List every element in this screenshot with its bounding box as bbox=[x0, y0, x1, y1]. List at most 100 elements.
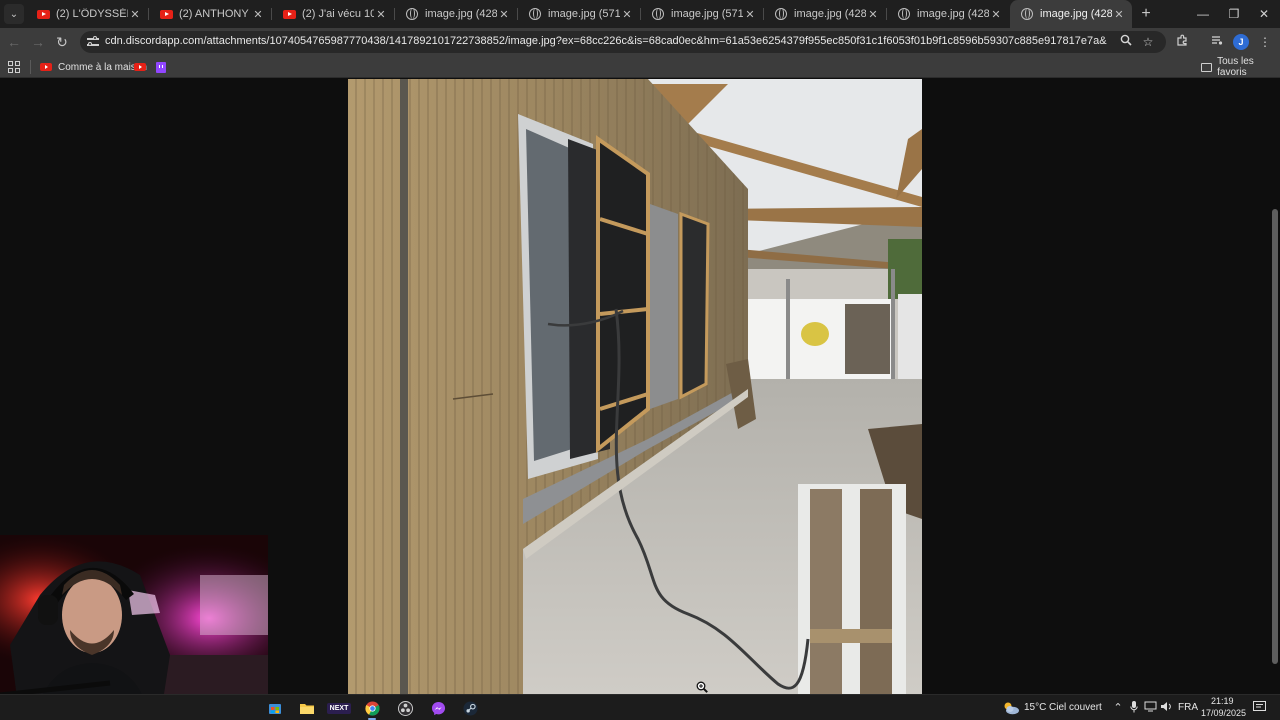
back-button[interactable]: ← bbox=[4, 32, 24, 52]
network-icon[interactable] bbox=[1143, 701, 1157, 715]
close-window-button[interactable]: ✕ bbox=[1249, 0, 1279, 28]
bookmark-item[interactable] bbox=[156, 58, 166, 76]
language-indicator[interactable]: FRA bbox=[1178, 702, 1198, 713]
tab-4[interactable]: image.jpg (5712×428 ✕ bbox=[518, 0, 640, 28]
tab-title: image.jpg (5712×428 bbox=[548, 8, 620, 20]
volume-icon[interactable] bbox=[1159, 701, 1173, 715]
tab-title: image.jpg (4284×571 bbox=[917, 8, 989, 20]
media-controls-icon[interactable] bbox=[1208, 33, 1226, 51]
next-app[interactable]: NEXT bbox=[326, 698, 352, 718]
vertical-scrollbar[interactable] bbox=[1270, 79, 1280, 694]
tab-close-icon[interactable]: ✕ bbox=[1112, 8, 1126, 21]
youtube-icon bbox=[134, 63, 146, 71]
profile-avatar[interactable]: J bbox=[1233, 34, 1249, 50]
youtube-icon bbox=[159, 7, 173, 21]
messenger-app[interactable] bbox=[427, 698, 449, 718]
clock-date[interactable]: 17/09/2025 bbox=[1201, 708, 1246, 718]
steam-icon bbox=[462, 700, 478, 716]
globe-icon bbox=[528, 7, 542, 21]
next-app-label: NEXT bbox=[326, 702, 352, 714]
tab-2[interactable]: (2) J'ai vécu 10 Jours ✕ bbox=[272, 0, 394, 28]
globe-icon bbox=[897, 7, 911, 21]
url-text[interactable]: cdn.discordapp.com/attachments/107405476… bbox=[105, 35, 1107, 47]
youtube-icon bbox=[40, 63, 52, 71]
apps-grid-icon[interactable] bbox=[8, 61, 20, 73]
tab-title: image.jpg (4284×571 bbox=[1040, 8, 1112, 20]
tab-title: image.jpg (5712×428 bbox=[671, 8, 743, 20]
extensions-icon[interactable] bbox=[1173, 33, 1191, 51]
microphone-icon[interactable] bbox=[1127, 701, 1141, 715]
minimize-button[interactable]: — bbox=[1188, 0, 1218, 28]
obs-icon bbox=[397, 700, 413, 716]
weather-condition: Ciel couvert bbox=[1049, 702, 1102, 713]
globe-icon bbox=[774, 7, 788, 21]
tab-strip: ⌄ (2) L'ÔDYSSÉE - ROM ✕ (2) ANTHONY SIRI… bbox=[0, 0, 1280, 28]
arrow-left-icon: ← bbox=[7, 34, 21, 50]
address-bar[interactable]: cdn.discordapp.com/attachments/107405476… bbox=[80, 31, 1166, 53]
bookmark-item[interactable] bbox=[134, 58, 152, 76]
chevron-up-icon[interactable]: ⌃ bbox=[1111, 701, 1125, 715]
chrome-icon bbox=[364, 700, 380, 716]
cloudy-weather-icon bbox=[1004, 702, 1019, 715]
file-explorer-app[interactable] bbox=[296, 698, 318, 718]
tab-title: (2) ANTHONY SIRIUS bbox=[179, 8, 251, 20]
tab-close-icon[interactable]: ✕ bbox=[374, 8, 388, 21]
tab-title: (2) J'ai vécu 10 Jours bbox=[302, 8, 374, 20]
twitch-icon bbox=[156, 61, 166, 73]
folder-icon bbox=[1201, 62, 1213, 72]
tab-0[interactable]: (2) L'ÔDYSSÉE - ROM ✕ bbox=[26, 0, 148, 28]
arrow-right-icon: → bbox=[31, 34, 45, 50]
tab-3[interactable]: image.jpg (4284×571 ✕ bbox=[395, 0, 517, 28]
weather-widget[interactable] bbox=[1000, 698, 1022, 718]
photo-drawing bbox=[348, 79, 922, 694]
tab-close-icon[interactable]: ✕ bbox=[743, 8, 757, 21]
zoom-icon[interactable] bbox=[1118, 34, 1134, 50]
zoom-in-cursor-icon bbox=[696, 680, 708, 693]
tab-6[interactable]: image.jpg (4284×571 ✕ bbox=[764, 0, 886, 28]
browser-toolbar: ← → ↻ cdn.discordapp.com/attachments/107… bbox=[0, 28, 1280, 56]
tab-title: image.jpg (4284×571 bbox=[425, 8, 497, 20]
tab-1[interactable]: (2) ANTHONY SIRIUS ✕ bbox=[149, 0, 271, 28]
tab-close-icon[interactable]: ✕ bbox=[620, 8, 634, 21]
store-app[interactable] bbox=[264, 698, 286, 718]
site-settings-icon[interactable] bbox=[87, 36, 99, 48]
tab-close-icon[interactable]: ✕ bbox=[251, 8, 265, 21]
weather-temp: 15°C bbox=[1024, 702, 1047, 713]
forward-button[interactable]: → bbox=[28, 32, 48, 52]
tab-close-icon[interactable]: ✕ bbox=[866, 8, 880, 21]
reload-button[interactable]: ↻ bbox=[52, 32, 72, 52]
maximize-button[interactable]: ❐ bbox=[1219, 0, 1249, 28]
globe-icon bbox=[1020, 7, 1034, 21]
tab-close-icon[interactable]: ✕ bbox=[128, 8, 142, 21]
tab-search-button[interactable]: ⌄ bbox=[4, 4, 24, 24]
more-menu-icon[interactable]: ⋮ bbox=[1256, 33, 1274, 51]
messenger-icon bbox=[431, 701, 445, 715]
obs-app[interactable] bbox=[394, 698, 416, 718]
globe-icon bbox=[405, 7, 419, 21]
scrollbar-thumb[interactable] bbox=[1272, 209, 1278, 664]
windows-taskbar: NEXT 15°C Ciel couvert ⌃ FRA 21:19 17/09… bbox=[0, 694, 1280, 720]
steam-app[interactable] bbox=[459, 698, 481, 718]
construction-photo[interactable] bbox=[348, 79, 922, 694]
webcam-overlay bbox=[0, 535, 268, 720]
globe-icon bbox=[651, 7, 665, 21]
clock-time[interactable]: 21:19 bbox=[1211, 696, 1234, 706]
all-bookmarks-button[interactable]: Tous les favoris bbox=[1201, 56, 1280, 78]
youtube-icon bbox=[36, 7, 50, 21]
tab-close-icon[interactable]: ✕ bbox=[497, 8, 511, 21]
tab-5[interactable]: image.jpg (5712×428 ✕ bbox=[641, 0, 763, 28]
bookmark-star-icon[interactable]: ☆ bbox=[1140, 34, 1156, 50]
tab-7[interactable]: image.jpg (4284×571 ✕ bbox=[887, 0, 1009, 28]
tab-8-active[interactable]: image.jpg (4284×571 ✕ bbox=[1010, 0, 1132, 28]
bookmarks-bar: Comme à la maison Tous les favoris bbox=[0, 56, 1280, 78]
bookmark-item[interactable]: Comme à la maison bbox=[40, 58, 147, 76]
chevron-down-icon: ⌄ bbox=[9, 8, 19, 20]
tab-title: (2) L'ÔDYSSÉE - ROM bbox=[56, 8, 128, 20]
store-icon bbox=[269, 704, 281, 714]
tab-close-icon[interactable]: ✕ bbox=[989, 8, 1003, 21]
notifications-icon[interactable] bbox=[1252, 701, 1266, 715]
new-tab-button[interactable]: + bbox=[1136, 4, 1156, 24]
tab-title: image.jpg (4284×571 bbox=[794, 8, 866, 20]
webcam-drawing bbox=[0, 535, 268, 720]
chrome-app[interactable] bbox=[361, 698, 383, 720]
